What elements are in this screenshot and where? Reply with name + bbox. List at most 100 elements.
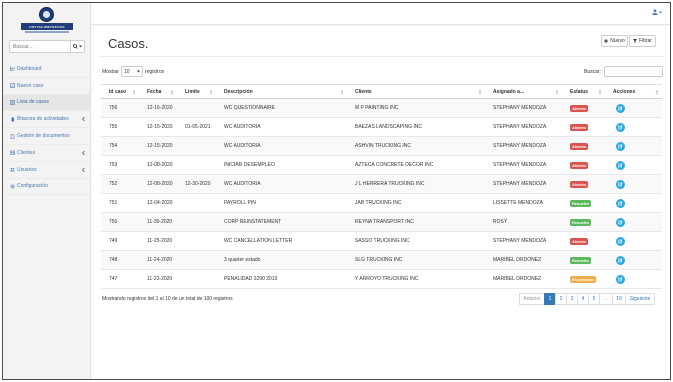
status-badge: Abierto (570, 180, 588, 188)
user-menu[interactable] (652, 9, 662, 15)
search-icon (73, 44, 78, 49)
column-header-estatus[interactable]: Estatus ▲ ▼ (562, 84, 605, 99)
chevron-left-icon (82, 167, 85, 172)
new-case-button[interactable]: Nuevo (601, 35, 628, 47)
pagination-page-10[interactable]: 10 (612, 293, 626, 305)
sidebar-search-input[interactable] (10, 41, 70, 52)
edit-case-button[interactable] (616, 103, 625, 113)
status-badge: En proceso (570, 275, 596, 283)
cell-cliente: SLG TRUCKING INC (347, 250, 485, 270)
status-badge: Resuelto (570, 199, 591, 207)
pagination-next[interactable]: Siguiente (625, 293, 655, 305)
table-row[interactable]: 751 12-04-2020 PAYROLL PIN JAB TRUCKING INC… (101, 193, 662, 213)
caret-down-icon (659, 11, 662, 13)
table-row[interactable]: 756 12-16-2020 WC QUESTIONNAIRE M P PAINTIN… (101, 98, 662, 118)
cell-limite: 01-05-2021 (177, 117, 216, 137)
column-header-fecha[interactable]: Fecha ▲ ▼ (139, 84, 177, 99)
cell-acciones (605, 136, 662, 156)
cell-fecha: 12-15-2020 (139, 136, 177, 156)
cell-descripcion: WC AUDITORIA (216, 117, 347, 137)
status-badge: Abierto (570, 161, 588, 169)
cell-limite (177, 136, 216, 156)
chevron-down-icon (136, 70, 140, 73)
edit-icon (618, 257, 623, 262)
cell-fecha: 12-08-2020 (139, 174, 177, 194)
table-row[interactable]: 752 12-08-2020 12-30-2020 WC AUDITORIA J L H… (101, 174, 662, 194)
column-header-acciones[interactable]: Acciones ▲ ▼ (605, 84, 662, 99)
cell-fecha: 12-04-2020 (139, 193, 177, 213)
status-badge: Resuelto (570, 218, 591, 226)
page-length-select[interactable]: 10 (120, 66, 143, 77)
page-length-control: Mostrar 10 registros (102, 66, 164, 77)
column-header-id[interactable]: Id caso ▲ ▼ (101, 84, 139, 99)
user-icon (652, 9, 658, 15)
sidebar-item-gestion-documentos[interactable]: Gestión de documentos (3, 128, 91, 145)
column-header-label: Asignado a... (493, 88, 525, 95)
cell-fecha: 11-25-2020 (139, 231, 177, 251)
column-header-label: Cliente (355, 88, 372, 95)
sidebar-item-label: Dashboard (17, 65, 42, 72)
column-header-cliente[interactable]: Cliente ▲ ▼ (347, 84, 485, 99)
edit-case-button[interactable] (616, 236, 625, 246)
sidebar-search-button[interactable] (70, 41, 84, 52)
edit-case-button[interactable] (616, 255, 625, 265)
edit-case-button[interactable] (616, 179, 625, 189)
table-row[interactable]: 755 12-15-2020 01-05-2021 WC AUDITORIA BAEZA… (101, 117, 662, 137)
cell-limite (177, 155, 216, 175)
column-header-label: Id caso (109, 88, 127, 95)
edit-case-button[interactable] (616, 160, 625, 170)
sidebar-item-configuracion[interactable]: Configuración (3, 179, 91, 196)
edit-case-button[interactable] (616, 217, 625, 227)
status-badge: Abierto (570, 104, 588, 112)
column-header-label: Fecha (147, 88, 162, 95)
cell-acciones (605, 117, 662, 137)
table-row[interactable]: 754 12-15-2020 WC AUDITORIA ASHVIN TRUCKING… (101, 136, 662, 156)
edit-case-button[interactable] (616, 198, 625, 208)
table-row[interactable]: 747 11-23-2020 PENALIDAD 2290 2019 Y ARROYO… (101, 269, 662, 289)
edit-icon (618, 200, 623, 205)
edit-case-button[interactable] (616, 141, 625, 151)
edit-case-button[interactable] (616, 274, 625, 284)
edit-case-button[interactable] (616, 122, 625, 132)
company-logo[interactable]: CMY TAX SERVICES INC (21, 7, 73, 35)
status-badge: Abierto (570, 123, 588, 131)
filter-button[interactable]: Filtrar (629, 35, 656, 47)
cell-asignado: LISSETTE MENDOZA (485, 193, 562, 213)
cell-limite (177, 269, 216, 289)
cell-limite (177, 193, 216, 213)
list-alt-icon (10, 83, 15, 88)
cell-descripcion: 3 quarter estado (216, 250, 347, 270)
table-row[interactable]: 748 11-24-2020 3 quarter estado SLG TRUCKIN… (101, 250, 662, 270)
sidebar-item-usuarios[interactable]: Usuarios (3, 162, 91, 179)
table-search-label: Buscar: (584, 68, 601, 75)
pagination-prev[interactable]: Anterior (519, 293, 545, 305)
cell-descripcion: PAYROLL PIN (216, 193, 347, 213)
pagination-ellipsis: ... (599, 293, 613, 305)
logo-text: CMY TAX SERVICES INC (29, 24, 65, 29)
sort-icon: ▲ ▼ (598, 88, 602, 96)
sidebar-item-clientes[interactable]: Clientes (3, 145, 91, 162)
table-row[interactable]: 753 12-08-2020 INICIAR DESEMPLEO AZTECA CON… (101, 155, 662, 175)
sidebar-item-lista-de-casos[interactable]: Lista de casos (3, 94, 91, 112)
cell-asignado: STEPHANY MENDOZA (485, 174, 562, 194)
column-header-limite[interactable]: Limite ▲ ▼ (177, 84, 216, 99)
table-row[interactable]: 750 11-30-2020 CORP REINSTATEMENT REYNA TRA… (101, 212, 662, 232)
page-title: Casos. (108, 36, 149, 51)
table-search-input[interactable] (603, 66, 663, 77)
cell-cliente: SASSO TRUCKING INC (347, 231, 485, 251)
sidebar-item-nuevo-caso[interactable]: Nuevo caso (3, 78, 91, 95)
table-row[interactable]: 749 11-25-2020 WC CANCELLATION LETTER SASSO… (101, 231, 662, 251)
chevron-left-icon (82, 117, 85, 122)
cell-descripcion: INICIAR DESEMPLEO (216, 155, 347, 175)
cell-fecha: 11-30-2020 (139, 212, 177, 232)
column-header-descripcion[interactable]: Descripción ▲ ▼ (216, 84, 347, 99)
sidebar-item-dashboard[interactable]: Dashboard (3, 61, 91, 78)
cell-estatus: Resuelto (562, 250, 605, 270)
cell-acciones (605, 155, 662, 175)
column-header-asignado[interactable]: Asignado a... ▲ ▼ (485, 84, 562, 99)
sidebar-item-label: Nuevo caso (17, 82, 44, 89)
cell-cliente: BAEZAS LANDSCAPING INC (347, 117, 485, 137)
sidebar-item-bitacora[interactable]: Bitacora de actividades (3, 111, 91, 129)
plus-icon (604, 39, 609, 43)
cell-asignado: MARIBEL ORDONEZ (485, 269, 562, 289)
